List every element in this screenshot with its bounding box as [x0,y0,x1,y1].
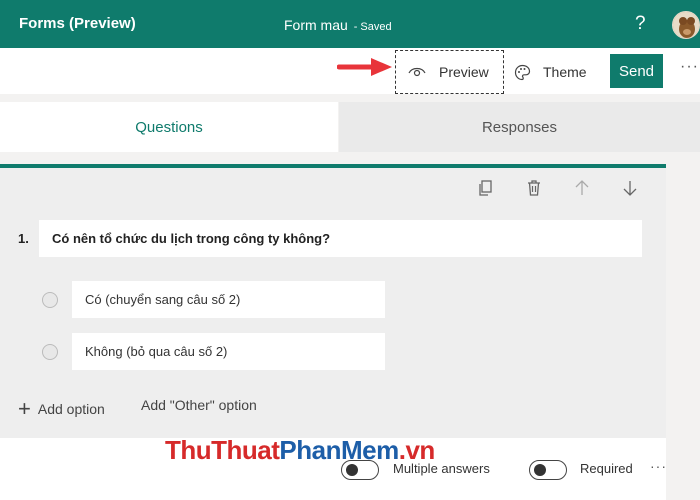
toggle-knob [534,464,546,476]
avatar-image [673,12,699,38]
add-option-button[interactable]: + Add option [18,396,105,422]
required-toggle[interactable] [529,460,567,480]
preview-button[interactable]: Preview [395,50,504,94]
more-options-icon[interactable]: ··· [680,58,699,76]
watermark-part1: ThuThuat [165,435,280,465]
option-radio-1[interactable] [42,292,58,308]
help-icon[interactable]: ? [635,13,646,35]
option-radio-2[interactable] [42,344,58,360]
copy-icon[interactable] [476,178,496,198]
question-title-field[interactable]: Có nên tổ chức du lịch trong công ty khô… [39,220,642,257]
add-other-option-button[interactable]: Add "Other" option [141,397,257,413]
required-label: Required [580,461,633,476]
question-more-icon[interactable]: ··· [650,458,667,474]
toggle-knob [346,464,358,476]
app-title: Forms (Preview) [19,15,136,32]
theme-label: Theme [543,64,587,80]
tab-questions[interactable]: Questions [0,102,338,152]
preview-label: Preview [439,64,489,80]
form-name[interactable]: Form mau - Saved [284,17,392,33]
send-button[interactable]: Send [610,54,663,88]
top-bar: Forms (Preview) Form mau - Saved ? [0,0,700,48]
theme-button[interactable]: Theme [514,60,587,84]
watermark-part2: PhanMem [279,435,399,465]
multiple-answers-label: Multiple answers [393,461,490,476]
option-field-2[interactable]: Không (bỏ qua câu số 2) [72,333,385,370]
red-arrow-annotation [337,58,392,76]
multiple-answers-toggle[interactable] [341,460,379,480]
avatar[interactable] [672,11,700,39]
move-up-icon[interactable] [572,178,592,198]
move-down-icon[interactable] [620,178,640,198]
plus-icon: + [18,396,31,421]
question-number: 1. [18,231,29,246]
form-name-text: Form mau [284,17,348,33]
tab-responses[interactable]: Responses [339,102,700,152]
add-option-label: Add option [37,401,105,417]
palette-icon [514,64,531,80]
eye-icon [408,67,426,77]
option-field-1[interactable]: Có (chuyển sang câu số 2) [72,281,385,318]
delete-icon[interactable] [524,178,544,198]
save-status: - Saved [353,21,392,33]
